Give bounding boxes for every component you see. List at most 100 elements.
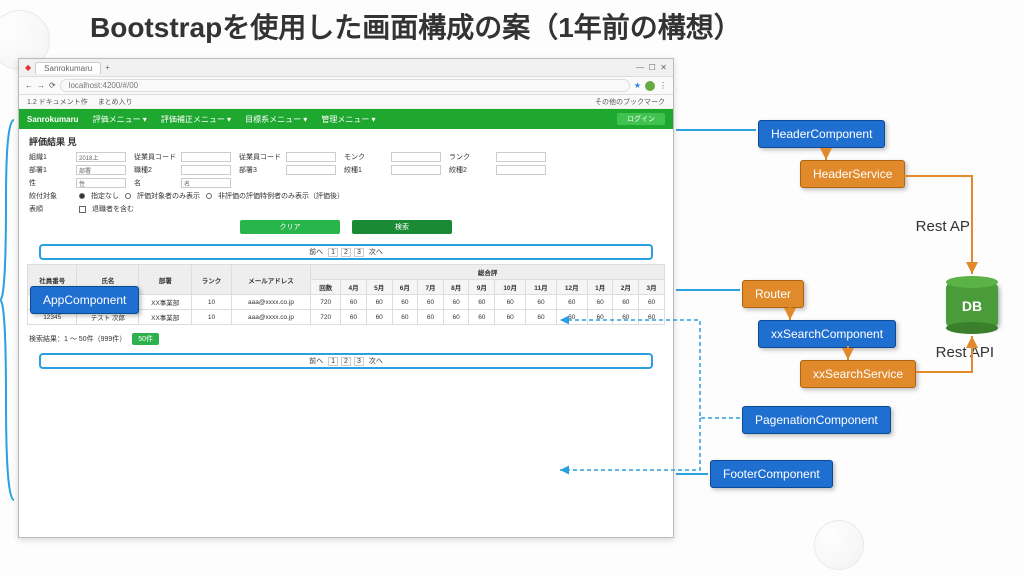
tag-app-component: AppComponent [30,286,139,314]
form-row: 性性 名名 [29,178,663,188]
field-label: 性 [29,178,73,188]
table-cell: 60 [556,295,587,310]
text-input[interactable] [286,152,336,162]
field-label: 部署3 [239,165,283,175]
text-input[interactable]: 性 [76,178,126,188]
section-title: 評価結果 見 [29,135,663,148]
menu-icon[interactable]: ⋮ [659,81,667,90]
pager-prev[interactable]: 前へ [307,356,325,366]
field-label: 従業員コード [239,152,283,162]
table-cell: 60 [418,310,444,325]
table-cell: 60 [341,310,367,325]
clear-button[interactable]: クリア [240,220,340,234]
text-input[interactable]: 名 [181,178,231,188]
app-brand: Sanrokumaru [27,115,79,124]
text-input[interactable] [286,165,336,175]
url-field[interactable]: localhost:4200/#/00 [60,79,630,92]
back-icon[interactable]: ← [25,81,33,90]
radio-button[interactable] [125,193,131,199]
button-row: クリア 検索 [29,220,663,234]
field-label: 従業員コード [134,152,178,162]
text-input[interactable]: 部署 [76,165,126,175]
radio-button[interactable] [79,193,85,199]
radio-button[interactable] [206,193,212,199]
table-cell: 60 [443,295,469,310]
forward-icon[interactable]: → [37,81,45,90]
pager-page[interactable]: 1 [328,248,338,257]
pager-page[interactable]: 1 [328,357,338,366]
table-cell: 60 [639,295,665,310]
text-input[interactable] [496,165,546,175]
field-label: 絞種1 [344,165,388,175]
col-header: 8月 [443,280,469,295]
field-label: 職種2 [134,165,178,175]
nav-menu[interactable]: 目標系メニュー ▾ [245,114,307,125]
nav-menu[interactable]: 管理メニュー ▾ [321,114,375,125]
field-label: ランク [449,152,493,162]
table-cell: 60 [587,310,613,325]
col-header: 9月 [469,280,495,295]
table-cell: 60 [392,310,418,325]
star-icon[interactable]: ★ [634,81,641,90]
browser-addressbar: ← → ⟳ localhost:4200/#/00 ★ ⋮ [19,77,673,95]
field-label: 表順 [29,204,73,214]
pager-page[interactable]: 2 [341,248,351,257]
table-cell: XX事業部 [139,295,192,310]
pagination-top: 前へ 1 2 3 次へ [39,244,653,260]
radio-label: 非評価の評価特例者のみ表示（評価後） [218,191,344,201]
search-button[interactable]: 検索 [352,220,452,234]
nav-menu[interactable]: 評価メニュー ▾ [93,114,147,125]
col-header: 部署 [139,265,192,295]
pager-page[interactable]: 2 [341,357,351,366]
col-header: 3月 [639,280,665,295]
pager-page[interactable]: 3 [354,248,364,257]
pager-page[interactable]: 3 [354,357,364,366]
tag-router: Router [742,280,804,308]
bookmark-item[interactable]: 1.2 ドキュメント作 [27,97,88,107]
result-count: 50件 [132,333,159,345]
login-button[interactable]: ログイン [617,113,665,125]
tag-pagination-component: PagenationComponent [742,406,891,434]
text-input[interactable] [391,165,441,175]
table-cell: 60 [587,295,613,310]
tag-header-service: HeaderService [800,160,905,188]
text-input[interactable] [391,152,441,162]
db-label: DB [946,298,998,314]
col-header: 12月 [556,280,587,295]
bookmark-item[interactable]: まとめ入り [98,97,133,107]
table-cell: 60 [469,295,495,310]
form-row: 絞付対象 指定なし 評価対象者のみ表示 非評価の評価特例者のみ表示（評価後） [29,191,663,201]
table-cell: 60 [392,295,418,310]
reload-icon[interactable]: ⟳ [49,81,56,90]
text-input[interactable] [181,152,231,162]
table-cell: 60 [418,295,444,310]
table-cell: XX事業部 [139,310,192,325]
field-label: 絞付対象 [29,191,73,201]
pager-next[interactable]: 次へ [367,356,385,366]
text-input[interactable] [496,152,546,162]
new-tab-button[interactable]: + [105,63,110,72]
table-cell: 60 [366,295,392,310]
avatar-icon[interactable] [645,81,655,91]
bookmark-other[interactable]: その他のブックマーク [595,97,665,107]
result-summary: 検索結果：1 ～ 50件（999件） 50件 [19,329,673,349]
table-cell: 720 [311,295,341,310]
text-input[interactable]: 2018上 [76,152,126,162]
result-text: 検索結果：1 ～ 50件（999件） [29,334,126,344]
checkbox[interactable] [79,206,86,213]
browser-tab[interactable]: Sanrokumaru [35,62,101,74]
tag-header-component: HeaderComponent [758,120,885,148]
tag-search-component: xxSearchComponent [758,320,896,348]
nav-menu[interactable]: 評価補正メニュー ▾ [161,114,231,125]
field-label: 部署1 [29,165,73,175]
text-input[interactable] [181,165,231,175]
db-cylinder: DB [946,276,998,334]
pagination-bottom: 前へ 1 2 3 次へ [39,353,653,369]
col-header: 5月 [366,280,392,295]
table-cell: aaa@xxxx.co.jp [231,310,310,325]
form-row: 部署1部署 職種2 部署3 絞種1 絞種2 [29,165,663,175]
pager-next[interactable]: 次へ [367,247,385,257]
pager-prev[interactable]: 前へ [307,247,325,257]
col-header: 回数 [311,280,341,295]
col-header: 11月 [526,280,557,295]
